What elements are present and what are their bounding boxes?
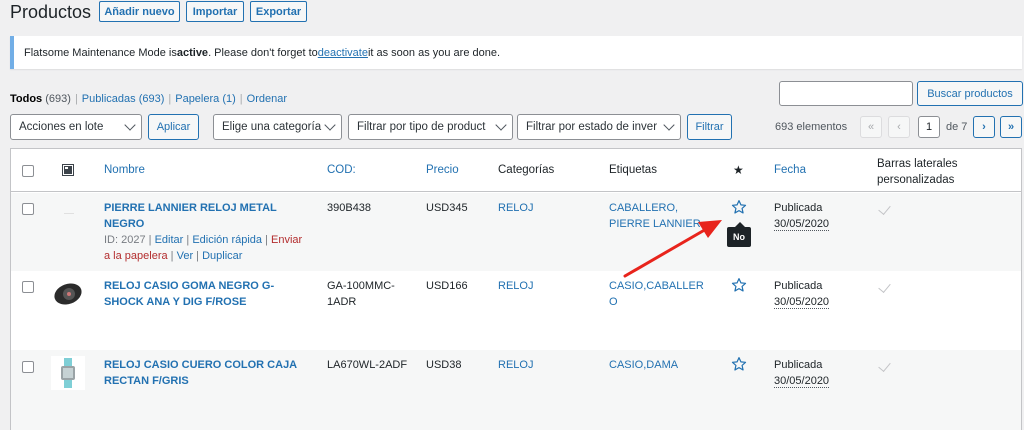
date-cell: Publicada 30/05/2020: [774, 280, 830, 309]
column-categories: Categorías: [498, 164, 555, 176]
current-page-input[interactable]: 1: [918, 116, 940, 138]
view-trash[interactable]: Papelera (1): [175, 93, 236, 105]
last-page-button[interactable]: »: [1000, 116, 1022, 138]
trash-link-cont[interactable]: a la papelera: [104, 250, 168, 262]
sku-cell: LA670WL-2ADF: [327, 359, 408, 371]
price-cell: USD345: [426, 202, 468, 214]
column-name[interactable]: Nombre: [104, 164, 145, 176]
products-table: Nombre COD: Precio Categorías Etiquetas …: [10, 148, 1022, 430]
sku-cell: 390B438: [327, 202, 372, 214]
checkmark-icon: [878, 202, 891, 215]
deactivate-link[interactable]: deactivate: [318, 47, 368, 59]
product-name-link[interactable]: RELOJ CASIO CUERO COLOR CAJA RECTAN F/GRI…: [104, 357, 314, 389]
row-checkbox[interactable]: [22, 203, 34, 215]
maintenance-notice: Flatsome Maintenance Mode is active. Ple…: [10, 36, 1022, 69]
item-count: 693 elementos: [775, 121, 848, 133]
checkmark-icon: [878, 280, 891, 293]
add-new-button[interactable]: Añadir nuevo: [99, 1, 180, 22]
row-actions: ID: 2027 | Editar | Edición rápida | Env…: [104, 234, 303, 262]
product-name-link[interactable]: RELOJ CASIO GOMA NEGRO G- SHOCK ANA Y DIG…: [104, 278, 314, 310]
prev-page-button[interactable]: ‹: [888, 116, 910, 138]
total-pages: de 7: [946, 121, 968, 133]
price-cell: USD38: [426, 359, 462, 371]
product-thumbnail[interactable]: [60, 205, 78, 219]
view-filters: Todos (693) | Publicadas (693) | Papelera (1…: [10, 93, 288, 105]
chevron-down-icon: [663, 119, 675, 131]
view-link[interactable]: Ver: [177, 250, 194, 262]
product-thumbnail[interactable]: [51, 277, 85, 311]
column-sidebars: Barras laterales personalizadas: [877, 158, 958, 186]
category-link[interactable]: RELOJ: [498, 200, 533, 216]
sku-cell: GA-100MMC- 1ADR: [327, 280, 395, 308]
table-row: RELOJ CASIO GOMA NEGRO G- SHOCK ANA Y DIG…: [11, 271, 1021, 350]
category-select[interactable]: Elige una categoría: [213, 114, 342, 140]
table-row: PIERRE LANNIER RELOJ METAL NEGRO ID: 2027…: [11, 193, 1021, 271]
stock-status-select[interactable]: Filtrar por estado de inver: [517, 114, 681, 140]
featured-star-icon[interactable]: ★: [733, 163, 744, 177]
column-sku[interactable]: COD:: [327, 164, 356, 176]
duplicate-link[interactable]: Duplicar: [202, 250, 242, 262]
tags-cell[interactable]: CASIO,DAMA: [609, 357, 678, 373]
product-thumbnail[interactable]: [51, 356, 85, 390]
first-page-button[interactable]: «: [860, 116, 882, 138]
chevron-down-icon: [495, 119, 507, 131]
view-sort[interactable]: Ordenar: [247, 93, 287, 105]
product-name-cell: PIERRE LANNIER RELOJ METAL NEGRO ID: 2027…: [104, 200, 314, 264]
featured-star-icon[interactable]: [731, 356, 747, 377]
checkmark-icon: [878, 359, 891, 372]
chevron-down-icon: [124, 119, 136, 131]
column-tags: Etiquetas: [609, 164, 657, 176]
apply-button[interactable]: Aplicar: [148, 114, 199, 140]
bulk-actions-select[interactable]: Acciones en lote: [10, 114, 142, 140]
product-name-link[interactable]: PIERRE LANNIER RELOJ METAL NEGRO: [104, 200, 314, 232]
filter-button[interactable]: Filtrar: [687, 114, 732, 140]
trash-link[interactable]: Enviar: [271, 234, 302, 246]
row-checkbox[interactable]: [22, 361, 34, 373]
table-header: Nombre COD: Precio Categorías Etiquetas …: [11, 149, 1021, 192]
page-title: Productos: [10, 2, 92, 22]
annotation-arrow-icon: [623, 220, 722, 278]
quick-edit-link[interactable]: Edición rápida: [192, 234, 262, 246]
view-all[interactable]: Todos: [10, 93, 42, 105]
chevron-down-icon: [324, 119, 336, 131]
next-page-button[interactable]: ›: [973, 116, 995, 138]
search-products-button[interactable]: Buscar productos: [917, 81, 1023, 106]
image-column-icon: [62, 164, 74, 179]
select-all-checkbox[interactable]: [22, 165, 34, 177]
date-cell: Publicada 30/05/2020: [774, 202, 830, 231]
price-cell: USD166: [426, 280, 468, 292]
view-published[interactable]: Publicadas (693): [82, 93, 165, 105]
edit-link[interactable]: Editar: [155, 234, 184, 246]
export-button[interactable]: Exportar: [250, 1, 307, 22]
category-link[interactable]: RELOJ: [498, 357, 533, 373]
row-checkbox[interactable]: [22, 281, 34, 293]
product-type-select[interactable]: Filtrar por tipo de product: [348, 114, 513, 140]
column-price[interactable]: Precio: [426, 164, 459, 176]
date-cell: Publicada 30/05/2020: [774, 359, 830, 388]
import-button[interactable]: Importar: [186, 1, 244, 22]
column-date[interactable]: Fecha: [774, 164, 806, 176]
category-link[interactable]: RELOJ: [498, 278, 533, 294]
table-row: RELOJ CASIO CUERO COLOR CAJA RECTAN F/GRI…: [11, 350, 1021, 430]
search-input[interactable]: [779, 81, 913, 106]
